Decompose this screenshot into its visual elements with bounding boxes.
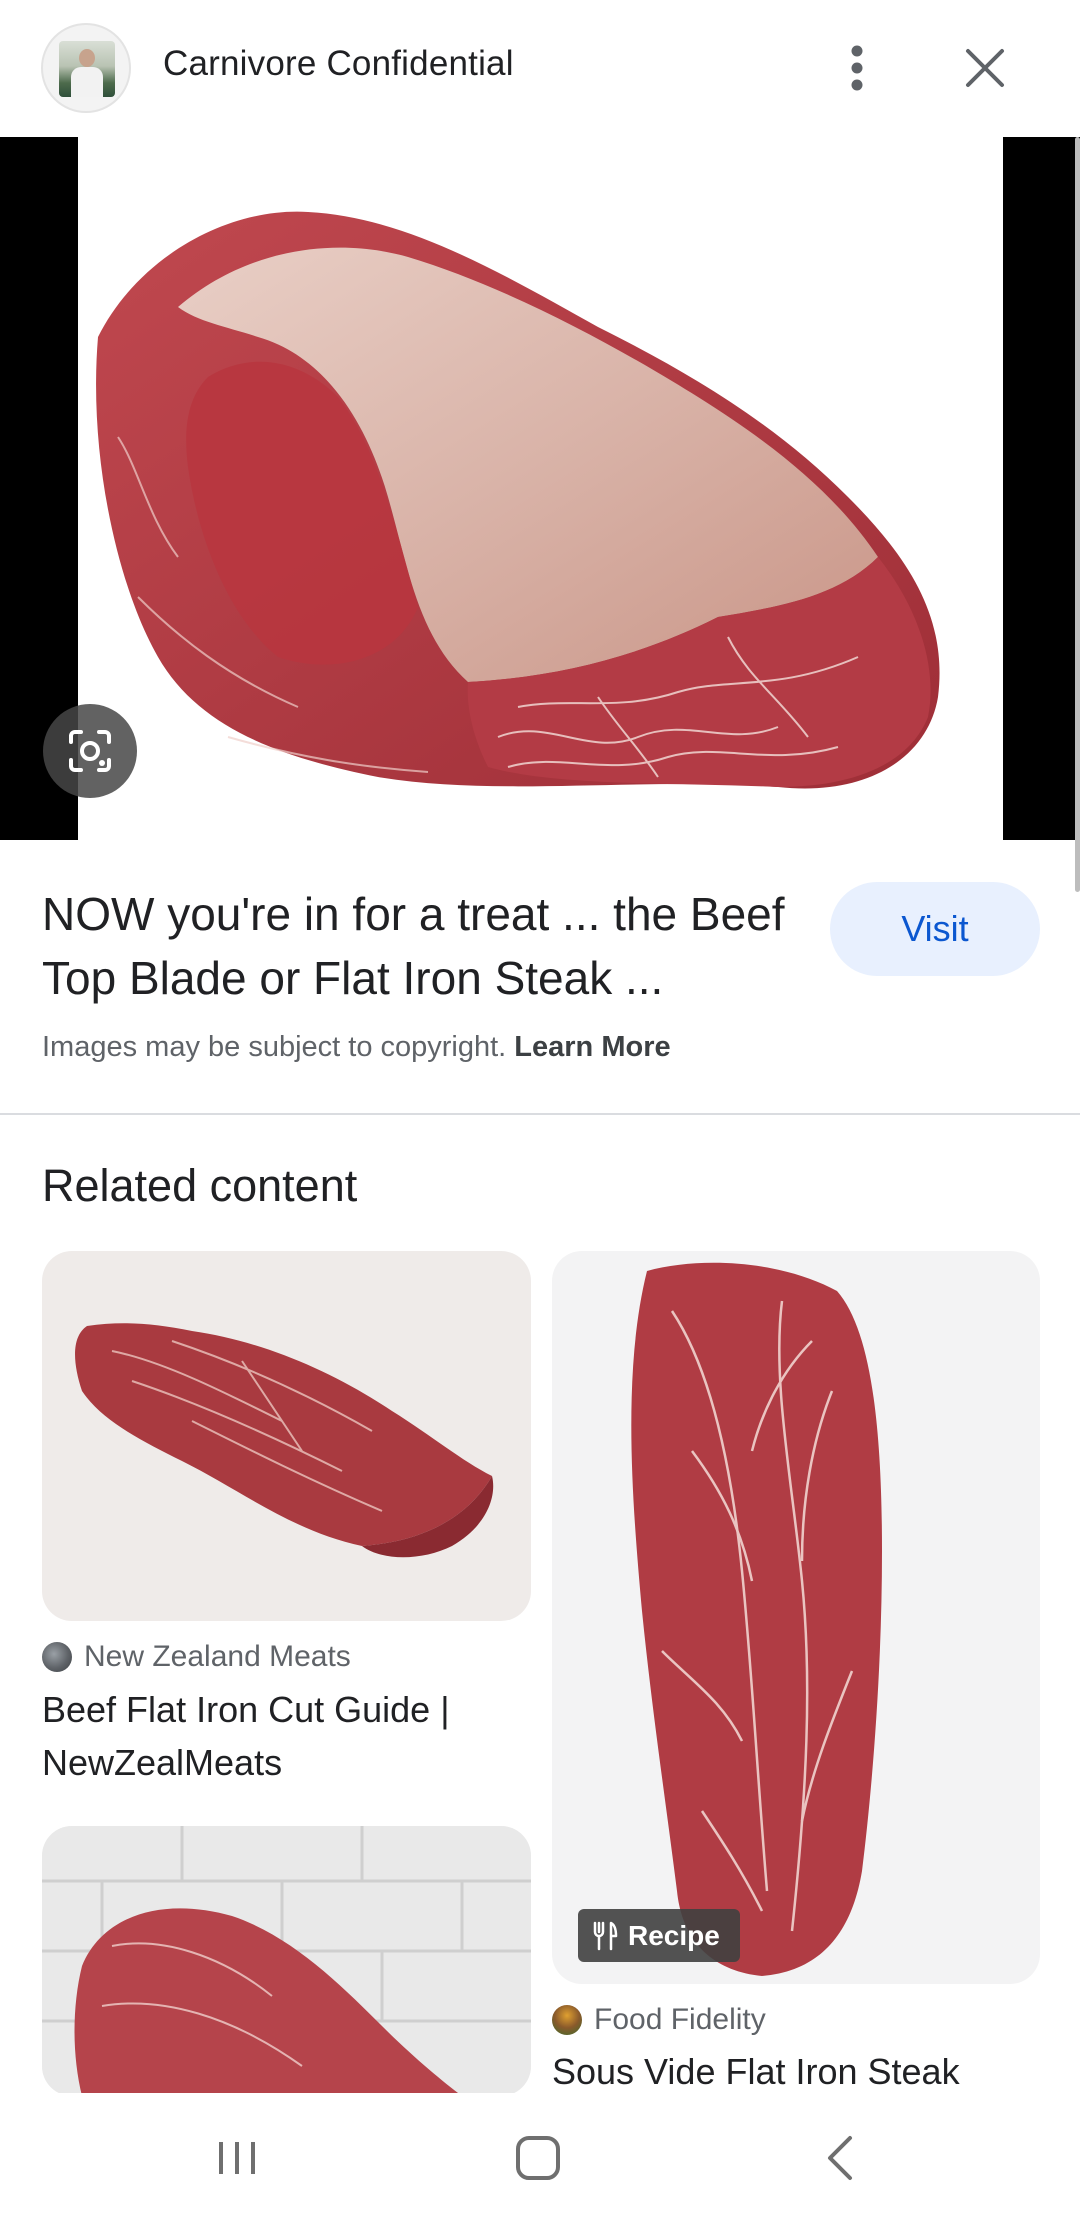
related-item-image-2[interactable] (552, 1251, 1040, 1984)
result-title[interactable]: NOW you're in for a treat ... the Beef T… (42, 882, 812, 1010)
source-favicon-icon (552, 2005, 582, 2035)
related-item-source-2[interactable]: Food Fidelity (552, 2003, 766, 2037)
system-navigation-bar (0, 2093, 1080, 2220)
back-icon[interactable] (780, 2113, 900, 2203)
site-title[interactable]: Carnivore Confidential (163, 44, 514, 84)
related-item-source-1[interactable]: New Zealand Meats (42, 1640, 351, 1674)
learn-more-link[interactable]: Learn More (514, 1031, 670, 1063)
recipe-badge-label: Recipe (628, 1919, 720, 1951)
header-bar: Carnivore Confidential (0, 0, 1080, 137)
home-icon[interactable] (478, 2113, 598, 2203)
avatar-image (59, 41, 115, 97)
lens-icon[interactable] (43, 704, 137, 798)
copyright-notice: Images may be subject to copyright. Lear… (42, 1031, 671, 1064)
recipe-badge: Recipe (578, 1909, 740, 1962)
related-item-title-2[interactable]: Sous Vide Flat Iron Steak (552, 2045, 1032, 2098)
source-favicon-icon (42, 1642, 72, 1672)
visit-button[interactable]: Visit (830, 882, 1040, 976)
related-item-source-label: Food Fidelity (594, 2003, 766, 2036)
recents-icon[interactable] (177, 2113, 297, 2203)
related-item-image-3[interactable] (42, 1826, 531, 2096)
related-item-source-label: New Zealand Meats (84, 1640, 351, 1673)
related-content-heading: Related content (42, 1160, 358, 1211)
related-item-image-1[interactable] (42, 1251, 531, 1621)
beef-top-blade-image (78, 137, 1003, 840)
section-divider (0, 1113, 1080, 1115)
more-vert-icon[interactable] (837, 38, 877, 98)
copyright-text: Images may be subject to copyright. (42, 1031, 507, 1063)
main-image-viewer[interactable] (0, 137, 1080, 840)
site-avatar-icon[interactable] (41, 23, 131, 113)
close-icon[interactable] (955, 38, 1015, 98)
restaurant-icon (593, 1921, 618, 1950)
scroll-indicator[interactable] (1075, 137, 1080, 892)
related-item-title-1[interactable]: Beef Flat Iron Cut Guide | NewZealMeats (42, 1683, 512, 1789)
